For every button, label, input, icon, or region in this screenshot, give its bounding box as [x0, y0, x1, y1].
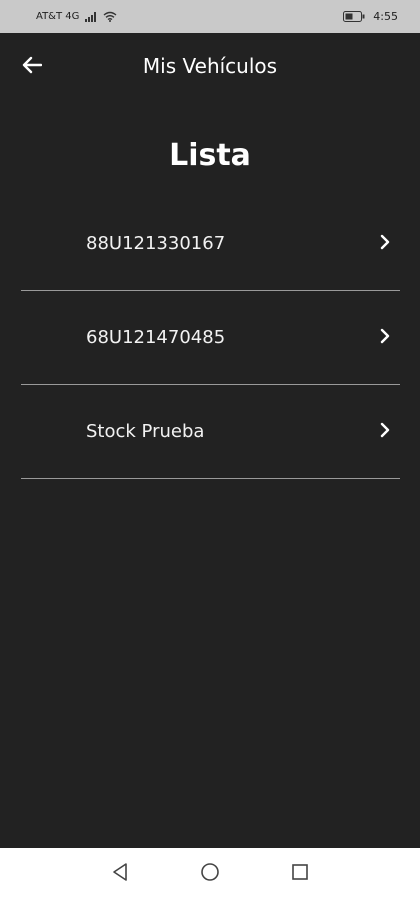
- nav-home-button[interactable]: [199, 863, 221, 885]
- status-left: AT&T 4G: [36, 11, 117, 22]
- status-bar: AT&T 4G 4:55: [0, 0, 420, 33]
- chevron-right-icon: [378, 421, 392, 439]
- recents-square-icon: [291, 863, 309, 885]
- vehicle-list-item[interactable]: 88U121330167: [21, 197, 400, 291]
- system-nav-bar: [0, 848, 420, 900]
- vehicle-label: 68U121470485: [86, 327, 226, 348]
- page-heading: Lista: [169, 138, 251, 173]
- status-right: 4:55: [343, 10, 398, 23]
- nav-recents-button[interactable]: [289, 863, 311, 885]
- chevron-right-icon: [378, 327, 392, 345]
- chevron-right-icon: [378, 233, 392, 251]
- wifi-icon: [103, 11, 117, 22]
- vehicle-label: Stock Prueba: [86, 421, 205, 442]
- status-time: 4:55: [373, 10, 398, 23]
- nav-back-button[interactable]: [109, 863, 131, 885]
- signal-icon: [85, 11, 97, 22]
- vehicle-list: 88U121330167 68U121470485 Stock Prueba: [21, 197, 400, 479]
- vehicle-list-item[interactable]: 68U121470485: [21, 291, 400, 385]
- vehicle-label: 88U121330167: [86, 233, 226, 254]
- screen: AT&T 4G 4:55 Mis Vehículos Lista 88U1213…: [0, 0, 420, 900]
- app-title: Mis Vehículos: [142, 54, 278, 78]
- carrier-text: AT&T 4G: [36, 11, 80, 22]
- home-circle-icon: [200, 862, 220, 886]
- back-triangle-icon: [111, 862, 129, 886]
- vehicle-list-item[interactable]: Stock Prueba: [21, 385, 400, 479]
- app-bar: Mis Vehículos: [0, 33, 420, 101]
- battery-icon: [343, 11, 365, 22]
